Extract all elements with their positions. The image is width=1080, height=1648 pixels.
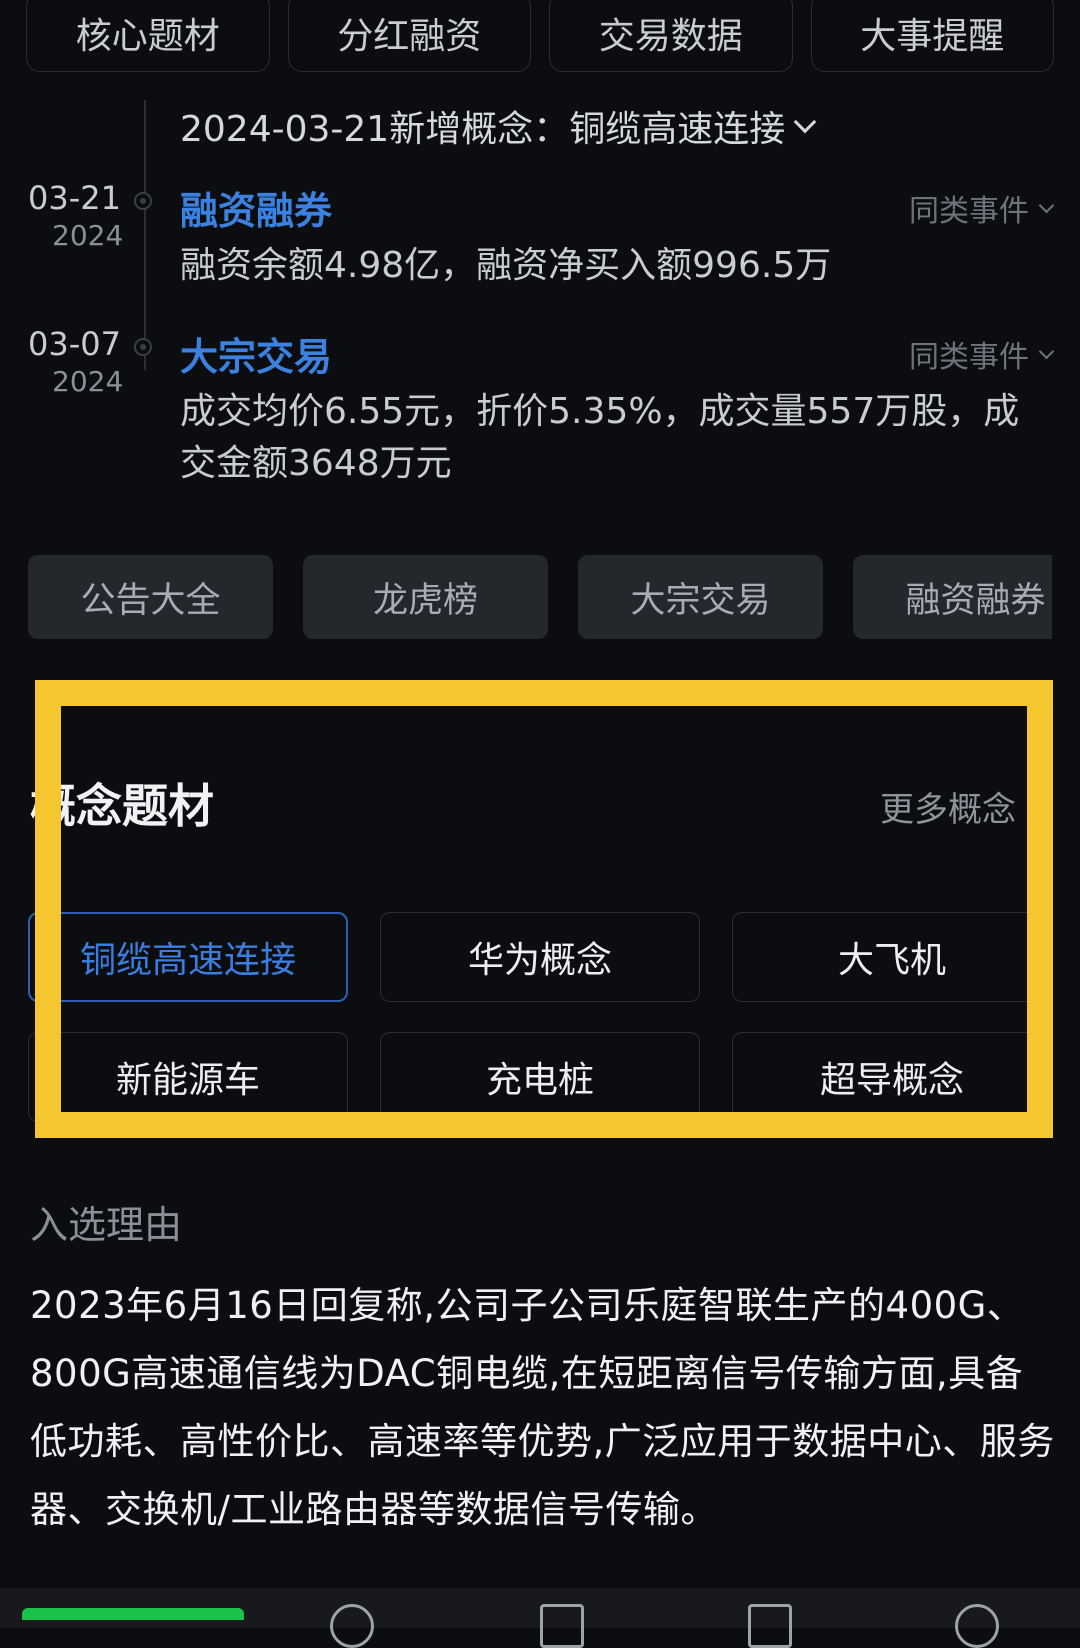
event-date: 03-21 <box>28 179 121 217</box>
quick-links-row: 公告大全 龙虎榜 大宗交易 融资融券 <box>28 555 1052 639</box>
more-concepts-link[interactable]: 更多概念 <box>880 782 1016 831</box>
event-year: 2024 <box>52 365 124 398</box>
concept-chip-huawei[interactable]: 华为概念 <box>380 912 700 1002</box>
concept-chip-large-aircraft[interactable]: 大飞机 <box>732 912 1052 1002</box>
similar-events-toggle[interactable]: 同类事件 <box>909 186 1055 230</box>
concept-chip-new-energy-vehicle[interactable]: 新能源车 <box>28 1032 348 1122</box>
similar-events-label: 同类事件 <box>909 340 1029 375</box>
tab-dividend-financing[interactable]: 分红融资 <box>287 0 531 72</box>
concept-chip-charging-pile[interactable]: 充电桩 <box>380 1032 700 1122</box>
dragon-tiger-list-button[interactable]: 龙虎榜 <box>303 555 548 639</box>
tab-core-topics[interactable]: 核心题材 <box>26 0 270 72</box>
timeline-dot <box>134 338 152 356</box>
event-title-margin-trading[interactable]: 融资融券 <box>180 180 332 235</box>
event-description: 融资余额4.98亿，融资净买入额996.5万 <box>180 245 832 286</box>
concept-section-title: 概念题材 <box>30 779 214 833</box>
selection-reason-text: 2023年6月16日回复称,公司子公司乐庭智联生产的400G、800G高速通信线… <box>30 1284 1055 1531</box>
tab-trading-data[interactable]: 交易数据 <box>549 0 793 72</box>
event-title-block-trade[interactable]: 大宗交易 <box>180 326 332 381</box>
new-concept-toggle[interactable]: 2024-03-21新增概念：铜缆高速连接 <box>180 100 817 152</box>
margin-trading-button[interactable]: 融资融券 <box>853 555 1052 639</box>
edit-icon[interactable] <box>540 1604 584 1648</box>
selection-reason-label: 入选理由 <box>30 1203 183 1247</box>
new-concept-text: 2024-03-21新增概念：铜缆高速连接 <box>180 109 786 150</box>
apps-icon[interactable] <box>748 1604 792 1648</box>
top-tab-bar: 核心题材 分红融资 交易数据 大事提醒 <box>26 0 1054 72</box>
concept-section: 概念题材 更多概念 铜缆高速连接 华为概念 大飞机 新能源车 充电桩 超导概念 <box>0 680 1080 1140</box>
concept-chip-superconductor[interactable]: 超导概念 <box>732 1032 1052 1122</box>
event-description: 成交均价6.55元，折价5.35%，成交量557万股，成交金额3648万元 <box>180 391 1020 484</box>
similar-events-label: 同类事件 <box>909 194 1029 229</box>
event-date: 03-07 <box>28 325 121 363</box>
event-timeline: 2024-03-21新增概念：铜缆高速连接 03-21 2024 融资融券 同类… <box>0 80 1080 520</box>
concept-chip-copper-cable[interactable]: 铜缆高速连接 <box>28 912 348 1002</box>
chevron-down-icon <box>1038 343 1055 359</box>
price-readout <box>22 1608 244 1620</box>
bottom-toolbar <box>0 1588 1080 1648</box>
block-trade-button[interactable]: 大宗交易 <box>578 555 823 639</box>
event-year: 2024 <box>52 219 124 252</box>
chevron-down-icon <box>793 110 817 134</box>
tab-major-events[interactable]: 大事提醒 <box>810 0 1054 72</box>
similar-events-toggle[interactable]: 同类事件 <box>909 332 1055 376</box>
history-icon[interactable] <box>330 1604 374 1648</box>
search-icon[interactable] <box>955 1604 999 1648</box>
timeline-line <box>144 100 146 370</box>
timeline-dot <box>134 192 152 210</box>
chevron-down-icon <box>1038 197 1055 213</box>
announcements-button[interactable]: 公告大全 <box>28 555 273 639</box>
